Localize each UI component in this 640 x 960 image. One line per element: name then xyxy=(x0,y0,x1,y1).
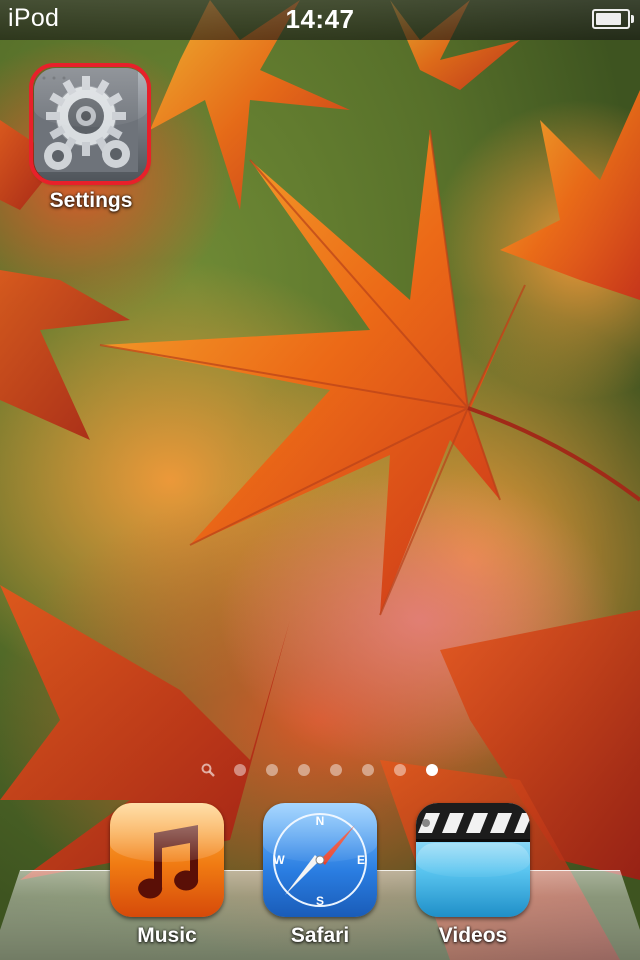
page-dot[interactable] xyxy=(394,764,406,776)
app-label-safari: Safari xyxy=(290,924,350,947)
clapperboard-icon xyxy=(416,803,530,842)
svg-text:N: N xyxy=(316,814,325,828)
page-indicator[interactable] xyxy=(0,763,640,779)
app-label-settings: Settings xyxy=(49,189,133,212)
dock-app-music[interactable]: Music xyxy=(97,803,237,948)
music-note-icon xyxy=(138,825,199,899)
dock-app-videos[interactable]: Videos xyxy=(403,803,543,948)
search-icon[interactable] xyxy=(201,763,215,777)
page-dot[interactable] xyxy=(266,764,278,776)
app-settings[interactable]: Settings xyxy=(21,63,161,213)
page-dot[interactable] xyxy=(234,764,246,776)
page-dot-active[interactable] xyxy=(426,764,438,776)
status-time: 14:47 xyxy=(285,4,355,34)
music-app-icon[interactable] xyxy=(110,803,224,917)
app-label-videos: Videos xyxy=(438,924,508,947)
compass-icon: N S W E xyxy=(273,813,367,908)
svg-text:W: W xyxy=(273,853,285,867)
battery-icon xyxy=(592,9,634,29)
selection-highlight xyxy=(29,63,151,185)
safari-app-icon[interactable]: N S W E xyxy=(263,803,377,917)
svg-text:S: S xyxy=(316,894,324,908)
dock-app-safari[interactable]: N S W E Safari xyxy=(250,803,390,948)
app-label-music: Music xyxy=(137,924,197,947)
page-dot[interactable] xyxy=(298,764,310,776)
svg-text:E: E xyxy=(357,853,365,867)
battery-level xyxy=(596,13,621,25)
settings-app-icon[interactable] xyxy=(29,63,151,185)
status-bar: iPod 14:47 xyxy=(0,0,640,40)
page-dot[interactable] xyxy=(362,764,374,776)
videos-app-icon[interactable] xyxy=(416,803,530,917)
page-dot[interactable] xyxy=(330,764,342,776)
